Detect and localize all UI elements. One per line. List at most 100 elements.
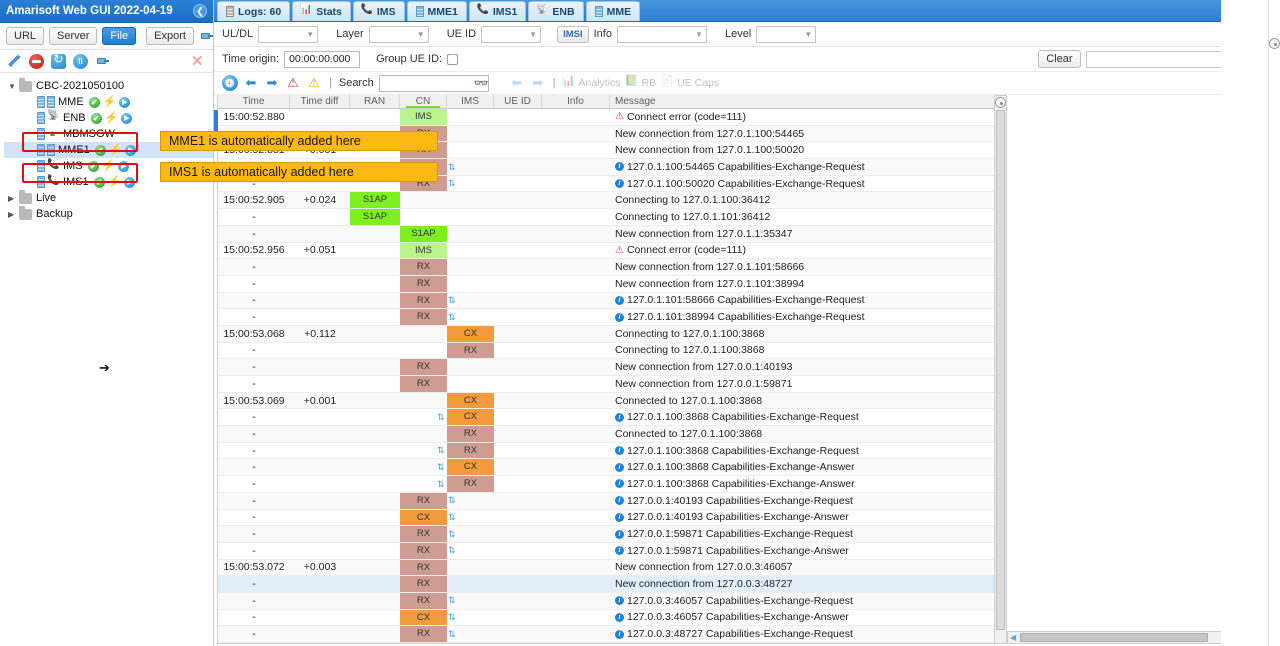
column-header-ran[interactable]: RAN	[350, 95, 400, 108]
source-button-file[interactable]: File	[102, 27, 137, 45]
column-header-ims[interactable]: IMS	[447, 95, 494, 108]
table-row[interactable]: - RX New connection from 127.0.0.1:40193	[218, 359, 1006, 376]
table-row[interactable]: - RX ⇅ i 127.0.0.1:40193 Capabilities-Exchan…	[218, 492, 1006, 510]
tree-item-mme[interactable]: MME ✔ ⚡ ▶	[4, 94, 213, 110]
arrow-right-icon[interactable]	[264, 75, 280, 91]
column-header-diff[interactable]: Time diff	[290, 95, 350, 108]
search-input[interactable]	[378, 74, 489, 92]
bolt-icon[interactable]: ⚡	[103, 96, 117, 108]
group-ueid-checkbox[interactable]	[447, 53, 459, 65]
column-header-time[interactable]: Time	[218, 95, 290, 108]
layer-select[interactable]: ▼	[368, 25, 429, 43]
table-row[interactable]: - S1AP New connection from 127.0.1.1:35347	[218, 225, 1006, 243]
table-row[interactable]: - S1AP Connecting to 127.0.1.101:36412	[218, 209, 1006, 226]
hscroll-thumb[interactable]	[1020, 633, 1208, 642]
tab-stats[interactable]: Stats	[292, 1, 351, 21]
play-icon[interactable]: ▶	[119, 96, 131, 108]
uecaps-button[interactable]: UE Caps	[660, 74, 719, 90]
table-row[interactable]: - CX ⇅ i 127.0.1.100:3868 Capabilities-Excha…	[218, 409, 1006, 427]
table-row[interactable]: - RX ⇅ i 127.0.0.3:48727 Capabilities-Exchan…	[218, 626, 1006, 643]
table-row[interactable]: - CX ⇅ i 127.0.1.100:3868 Capabilities-Excha…	[218, 459, 1006, 477]
stop-icon[interactable]	[29, 53, 44, 69]
source-button-server[interactable]: Server	[49, 27, 98, 45]
source-button-url[interactable]: URL	[6, 27, 45, 45]
table-row[interactable]: - RX New connection from 127.0.0.1:59871	[218, 376, 1006, 393]
tree-expander-icon[interactable]: ▶	[8, 194, 19, 203]
tree-expander-icon[interactable]: ▼	[8, 82, 19, 91]
status-ok-icon[interactable]: ✔	[87, 160, 99, 172]
table-row[interactable]: - RX ⇅ i 127.0.0.1:59871 Capabilities-Exchan…	[218, 542, 1006, 560]
status-ok-icon[interactable]: ✔	[90, 112, 102, 124]
table-row[interactable]: - RX Connecting to 127.0.1.100:3868	[218, 342, 1006, 360]
status-ok-icon[interactable]: ✔	[94, 144, 106, 156]
binoculars-icon[interactable]: 👓	[474, 76, 489, 90]
table-row[interactable]: - RX ⇅ i 127.0.1.101:58666 Capabilities-Exch…	[218, 292, 1006, 310]
page-scroll-knob[interactable]	[1269, 38, 1280, 49]
table-row[interactable]: 15:00:53.072 +0.003 RX New connection from …	[218, 559, 1006, 577]
bolt-icon[interactable]: ⚡	[105, 112, 119, 124]
status-ok-icon[interactable]: ✔	[93, 176, 105, 188]
ueid-select[interactable]: ▼	[481, 25, 542, 43]
column-header-ueid[interactable]: UE ID	[494, 95, 542, 108]
table-row[interactable]: 15:00:52.956 +0.051 IMS ⚠ Connect error (cod…	[218, 242, 1006, 260]
table-row[interactable]: 15:00:52.880 IMS ⚠ Connect error (code=111)	[218, 109, 1006, 126]
play-icon[interactable]: ▶	[121, 112, 133, 124]
table-row[interactable]: - RX ⇅ i 127.0.0.3:46057 Capabilities-Exchan…	[218, 592, 1006, 610]
clock-icon[interactable]	[222, 75, 238, 91]
table-row[interactable]: - RX ⇅ i 127.0.1.100:3868 Capabilities-Excha…	[218, 476, 1006, 493]
tab-mme[interactable]: MME	[585, 1, 641, 21]
clear-button[interactable]: Clear	[1038, 50, 1081, 68]
table-row[interactable]: 15:00:53.068 +0.112 CX Connecting to 127.0.…	[218, 325, 1006, 343]
bolt-icon[interactable]: ⚡	[109, 144, 123, 156]
rb-button[interactable]: RB	[625, 74, 657, 90]
scroll-knob[interactable]	[995, 97, 1006, 108]
table-row[interactable]: - RX New connection from 127.0.1.101:58666	[218, 259, 1006, 276]
column-header-cn[interactable]: CN	[400, 95, 447, 108]
time-origin-input[interactable]: 00:00:00.000	[284, 50, 361, 68]
tab-ims1[interactable]: IMS1	[468, 1, 527, 21]
table-row[interactable]: - RX Connected to 127.0.1.100:3868	[218, 426, 1006, 443]
status-ok-icon[interactable]: ✔	[88, 96, 100, 108]
table-row[interactable]: - RX New connection from 127.0.0.3:48727	[218, 576, 1006, 593]
preset-select[interactable]: ▼	[1085, 50, 1236, 68]
imsi-button[interactable]: IMSI	[557, 25, 589, 43]
search-prev-icon[interactable]	[509, 75, 525, 91]
play-icon[interactable]: ▶	[124, 176, 136, 188]
column-header-msg[interactable]: Message	[610, 95, 1002, 108]
scroll-thumb[interactable]	[996, 110, 1005, 630]
table-row[interactable]: 15:00:53.069 +0.001 CX Connected to 127.0.1…	[218, 392, 1006, 410]
collapse-panel-icon[interactable]: ❮	[193, 4, 207, 18]
export-button[interactable]: Export	[146, 27, 194, 45]
warning-icon[interactable]	[306, 75, 322, 91]
info-select[interactable]: ▼	[616, 25, 707, 43]
table-row[interactable]: - RX ⇅ i 127.0.1.101:38994 Capabilities-Exch…	[218, 309, 1006, 326]
uldl-select[interactable]: ▼	[258, 25, 319, 43]
pause-icon[interactable]	[73, 53, 88, 69]
page-vertical-scrollbar[interactable]	[1268, 0, 1280, 646]
search-next-icon[interactable]	[530, 75, 546, 91]
log-table-body[interactable]: 15:00:52.880 IMS ⚠ Connect error (code=111)…	[218, 109, 1006, 643]
tab-mme1[interactable]: MME1	[406, 1, 467, 21]
table-row[interactable]: - RX ⇅ i 127.0.1.100:3868 Capabilities-Excha…	[218, 442, 1006, 460]
plug-icon-2[interactable]	[95, 54, 110, 69]
arrow-left-icon[interactable]	[243, 75, 259, 91]
tree-item-cbc-2021050100[interactable]: ▼ CBC-2021050100	[4, 77, 213, 94]
table-row[interactable]: - RX ⇅ i 127.0.0.1:59871 Capabilities-Exchan…	[218, 526, 1006, 543]
bolt-icon[interactable]: ⚡	[108, 176, 122, 188]
reload-icon[interactable]	[51, 52, 66, 69]
bolt-icon[interactable]: ⚡	[102, 160, 116, 172]
table-row[interactable]: - CX ⇅ i 127.0.0.3:46057 Capabilities-Exchan…	[218, 609, 1006, 627]
plug-icon[interactable]	[199, 29, 214, 44]
column-header-info[interactable]: Info	[542, 95, 610, 108]
table-row[interactable]: - CX ⇅ i 127.0.0.1:40193 Capabilities-Exchan…	[218, 509, 1006, 527]
wrench-icon[interactable]	[8, 54, 21, 68]
error-icon[interactable]	[285, 75, 301, 91]
table-row[interactable]: 15:00:52.905 +0.024 S1AP Connecting to 127.…	[218, 192, 1006, 210]
tab-enb[interactable]: ENB	[528, 1, 584, 21]
tree-expander-icon[interactable]: ▶	[8, 210, 19, 219]
tab-logs-60[interactable]: Logs: 60	[217, 1, 291, 21]
tree-item-backup[interactable]: ▶ Backup	[4, 205, 213, 222]
x-red-icon[interactable]: ✕	[191, 54, 206, 69]
tree-item-live[interactable]: ▶ Live	[4, 189, 213, 206]
scroll-left-icon[interactable]: ◀	[1010, 633, 1016, 642]
